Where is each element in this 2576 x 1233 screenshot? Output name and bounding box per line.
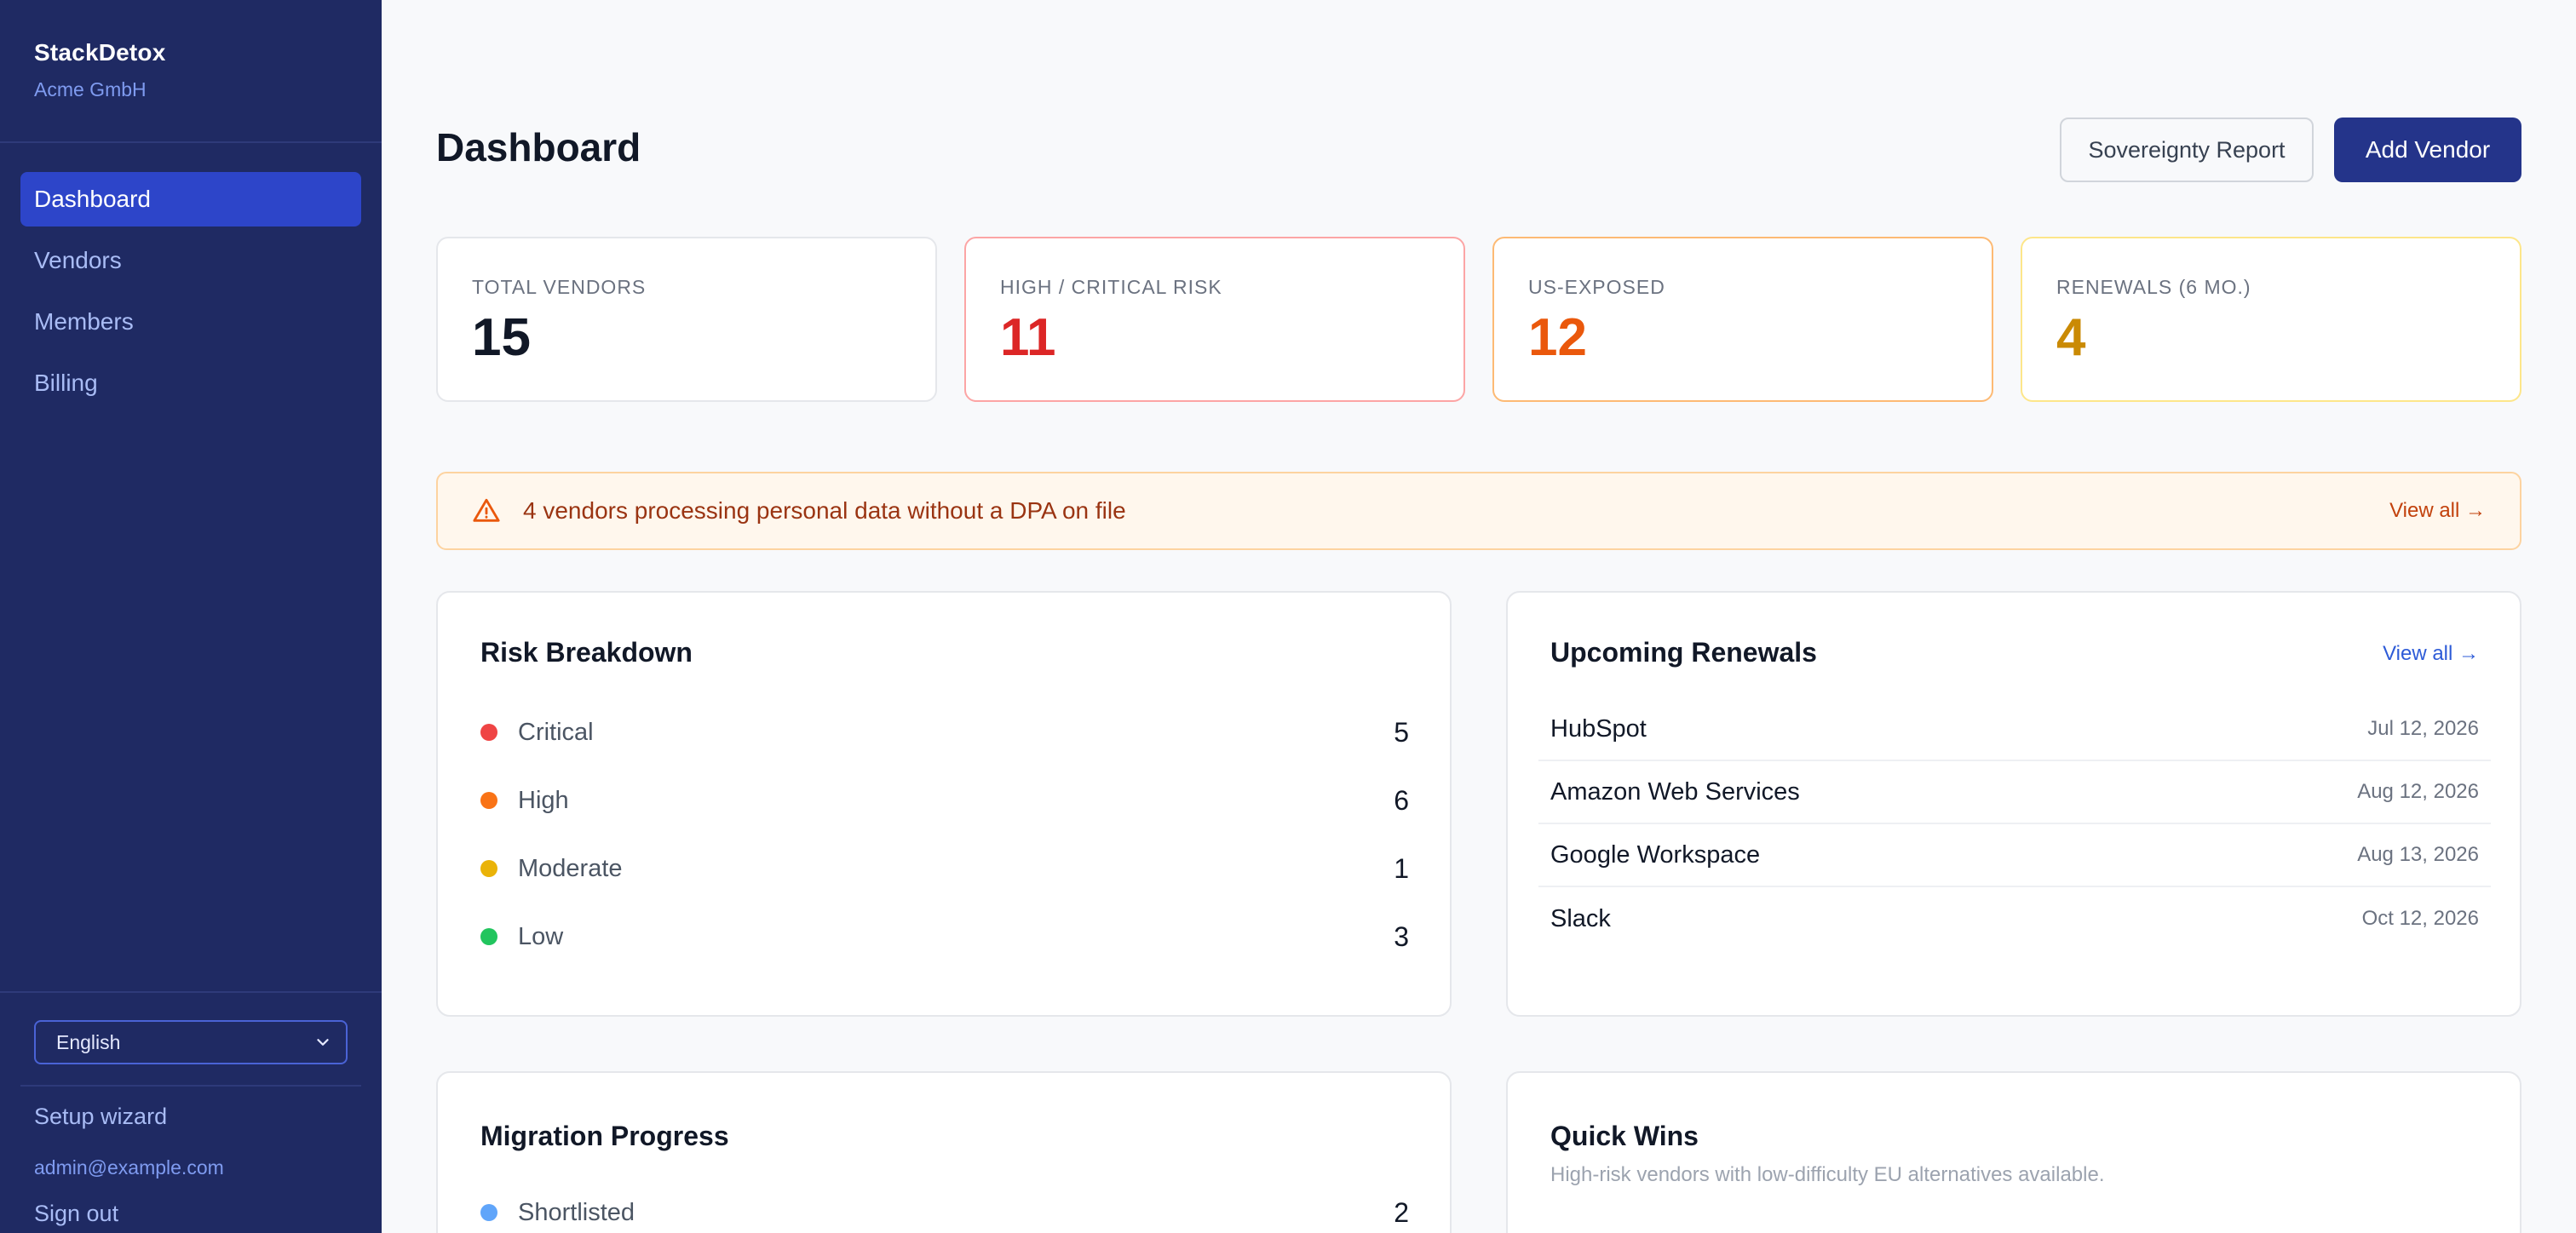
renewal-date: Aug 12, 2026 [2357, 780, 2479, 803]
alert-view-all-link[interactable]: View all → [2389, 499, 2486, 523]
stat-label: HIGH / CRITICAL RISK [1000, 276, 1222, 298]
card-title: Upcoming Renewals [1550, 637, 1817, 668]
sovereignty-report-button[interactable]: Sovereignty Report [2060, 118, 2314, 182]
stat-value: 11 [1000, 308, 1056, 367]
brand-name: StackDetox [34, 39, 166, 66]
migration-count: 2 [1394, 1196, 1409, 1228]
stat-value: 15 [472, 308, 531, 367]
migration-label: Shortlisted [518, 1198, 635, 1226]
brand: StackDetox Acme GmbH [0, 0, 382, 143]
stat-card-renewals: RENEWALS (6 MO.) 4 [2021, 237, 2521, 402]
renewal-row[interactable]: HubSpot Jul 12, 2026 [1538, 698, 2491, 761]
renewal-row[interactable]: Slack Oct 12, 2026 [1538, 887, 2491, 950]
risk-breakdown-card: Risk Breakdown Critical 5 High 6 Moderat… [436, 591, 1452, 1017]
renewal-row[interactable]: Amazon Web Services Aug 12, 2026 [1538, 761, 2491, 824]
risk-count: 5 [1394, 716, 1409, 748]
renewal-date: Jul 12, 2026 [2367, 717, 2479, 740]
renewal-row[interactable]: Google Workspace Aug 13, 2026 [1538, 824, 2491, 887]
low-dot-icon [480, 928, 497, 945]
risk-label: Critical [518, 718, 594, 746]
risk-label: Low [518, 922, 564, 950]
risk-row-critical: Critical 5 [480, 714, 1409, 751]
sign-out-link[interactable]: Sign out [34, 1201, 118, 1227]
high-dot-icon [480, 792, 497, 809]
migration-row-shortlisted: Shortlisted 2 [480, 1194, 1409, 1231]
renewal-date: Aug 13, 2026 [2357, 843, 2479, 866]
moderate-dot-icon [480, 860, 497, 877]
warning-triangle-icon [473, 498, 500, 522]
card-subtitle: High-risk vendors with low-difficulty EU… [1550, 1163, 2105, 1186]
upcoming-renewals-card: Upcoming Renewals View all → HubSpot Jul… [1506, 591, 2521, 1017]
quick-wins-card: Quick Wins High-risk vendors with low-di… [1506, 1071, 2521, 1233]
setup-wizard-link[interactable]: Setup wizard [34, 1104, 167, 1130]
risk-count: 6 [1394, 784, 1409, 816]
vendor-name: Slack [1550, 904, 1611, 932]
vendor-name: Google Workspace [1550, 840, 1761, 869]
risk-count: 3 [1394, 920, 1409, 952]
stat-value: 12 [1528, 308, 1587, 367]
risk-label: High [518, 786, 569, 814]
sidebar-item-vendors[interactable]: Vendors [20, 233, 361, 288]
migration-progress-card: Migration Progress Shortlisted 2 [436, 1071, 1452, 1233]
stat-value: 4 [2056, 308, 2086, 367]
card-title: Quick Wins [1550, 1121, 1699, 1151]
alert-message: 4 vendors processing personal data witho… [523, 497, 1126, 524]
risk-row-high: High 6 [480, 782, 1409, 819]
dpa-warning-banner: 4 vendors processing personal data witho… [436, 472, 2521, 550]
stat-label: TOTAL VENDORS [472, 276, 647, 298]
language-value: English [56, 1030, 121, 1053]
card-title: Migration Progress [480, 1121, 729, 1151]
risk-count: 1 [1394, 852, 1409, 884]
sidebar-item-members[interactable]: Members [20, 295, 361, 349]
sidebar-item-dashboard[interactable]: Dashboard [20, 172, 361, 227]
sidebar-footer: English Setup wizard admin@example.com S… [0, 991, 382, 1233]
risk-row-moderate: Moderate 1 [480, 850, 1409, 887]
user-email: admin@example.com [34, 1156, 224, 1179]
language-select[interactable]: English [34, 1020, 348, 1064]
main-content: Dashboard Sovereignty Report Add Vendor … [382, 0, 2576, 1233]
page-title: Dashboard [436, 125, 641, 169]
stat-card-total-vendors: TOTAL VENDORS 15 [436, 237, 937, 402]
sidebar-nav: Dashboard Vendors Members Billing [0, 143, 382, 410]
renewals-view-all-link[interactable]: View all → [2383, 642, 2479, 666]
stat-card-us-exposed: US-EXPOSED 12 [1492, 237, 1993, 402]
risk-row-low: Low 3 [480, 918, 1409, 955]
vendor-name: Amazon Web Services [1550, 777, 1800, 806]
organization-name: Acme GmbH [34, 78, 147, 100]
critical-dot-icon [480, 724, 497, 741]
chevron-down-icon [317, 1039, 329, 1046]
sidebar-divider [20, 1085, 361, 1087]
sidebar: StackDetox Acme GmbH Dashboard Vendors M… [0, 0, 382, 1233]
sidebar-item-billing[interactable]: Billing [20, 356, 361, 410]
card-title: Risk Breakdown [480, 637, 693, 668]
risk-label: Moderate [518, 854, 623, 882]
stat-label: RENEWALS (6 MO.) [2056, 276, 2251, 298]
stat-label: US-EXPOSED [1528, 276, 1665, 298]
shortlisted-dot-icon [480, 1204, 497, 1221]
stat-card-high-critical-risk: HIGH / CRITICAL RISK 11 [964, 237, 1465, 402]
add-vendor-button[interactable]: Add Vendor [2334, 118, 2521, 182]
vendor-name: HubSpot [1550, 714, 1647, 743]
renewal-date: Oct 12, 2026 [2361, 907, 2479, 930]
